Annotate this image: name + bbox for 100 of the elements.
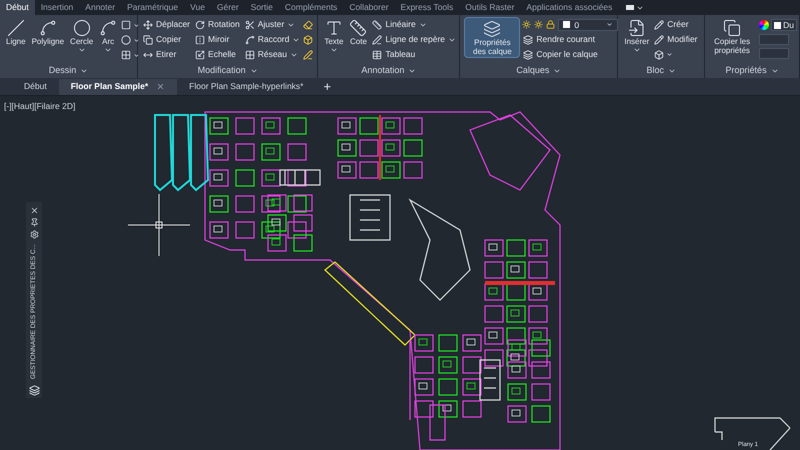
copy-icon: [143, 34, 153, 44]
file-tab[interactable]: Floor Plan Sample-hyperlinks*: [177, 78, 316, 94]
ribbon-tab[interactable]: Insertion: [34, 0, 80, 15]
caret-icon: [606, 21, 614, 28]
caret-icon: [250, 67, 258, 75]
caret-icon: [78, 46, 86, 54]
file-tab[interactable]: Floor Plan Sample*: [58, 78, 178, 94]
tool-button[interactable]: Cote: [347, 17, 370, 47]
caret-icon: [80, 67, 88, 75]
tool-button[interactable]: Etirer: [142, 47, 192, 62]
arc-icon: [99, 19, 118, 37]
panel-title[interactable]: Calques: [460, 64, 618, 78]
rotate-icon: [195, 20, 206, 30]
ribbon-tab[interactable]: Compléments: [278, 0, 344, 15]
layer-swatch: [563, 21, 570, 28]
caret-icon: [632, 46, 641, 54]
workspace-dropdown[interactable]: [626, 4, 644, 12]
tool-button[interactable]: Créer: [653, 17, 698, 32]
ribbon-tab[interactable]: Sortie: [244, 0, 279, 15]
caret-icon: [408, 67, 416, 75]
create-icon: [654, 20, 664, 30]
settings-icon[interactable]: [30, 230, 38, 239]
new-tab-button[interactable]: +: [323, 80, 332, 93]
ellipse-icon: [121, 35, 132, 45]
edit-icon: [654, 34, 664, 44]
panel-title[interactable]: Annotation: [318, 64, 460, 78]
ribbon-tab[interactable]: Paramétrique: [121, 0, 184, 15]
caret-icon: [133, 22, 140, 28]
tool-button[interactable]: [121, 49, 140, 61]
tool-button[interactable]: Copier: [142, 32, 192, 47]
table-icon: [372, 50, 382, 60]
tool-button[interactable]: Rendre courant: [522, 32, 618, 47]
scissors-icon: [244, 20, 255, 30]
tool-button[interactable]: [121, 19, 140, 31]
color-dropdown[interactable]: Du: [771, 19, 797, 31]
sun-icon: [534, 20, 544, 29]
tool-button[interactable]: Arc: [97, 17, 120, 55]
ribbon-tab[interactable]: Vue: [184, 0, 211, 15]
tool-button[interactable]: Ligne: [4, 17, 28, 47]
line-icon: [6, 19, 25, 37]
ribbon-tab[interactable]: Collaborer: [343, 0, 395, 15]
tool-button[interactable]: Texte: [322, 17, 346, 55]
crosshair-cursor-icon: [128, 194, 190, 256]
panel-title[interactable]: Modification: [138, 64, 318, 78]
tool-button[interactable]: Ajuster: [244, 17, 302, 32]
layer-dropdown[interactable]: 0: [558, 18, 618, 30]
panel-title[interactable]: Dessin: [0, 64, 137, 78]
layers-icon: [523, 50, 534, 60]
tool-button[interactable]: Linéaire: [371, 17, 458, 32]
tool-button[interactable]: Copier les propriétés: [707, 17, 758, 56]
caret-icon: [104, 46, 112, 54]
dimension-icon: [349, 19, 368, 37]
hatch-icon: [121, 50, 132, 60]
text-icon: [324, 19, 343, 37]
file-tab[interactable]: Début: [12, 78, 59, 94]
pin-icon[interactable]: [30, 218, 38, 227]
circle-icon: [72, 19, 91, 37]
tool-button[interactable]: Modifier: [653, 32, 698, 47]
ribbon-tab[interactable]: Début: [0, 0, 35, 15]
ribbon-tab[interactable]: Outils Raster: [459, 0, 520, 15]
viewport-label[interactable]: [-][Haut][Filaire 2D]: [4, 100, 76, 113]
tool-button[interactable]: Cercle: [68, 17, 96, 55]
caret-icon: [330, 46, 338, 54]
caret-icon: [770, 67, 779, 75]
eraser-icon: [303, 20, 314, 30]
tool-button[interactable]: Echelle: [194, 47, 241, 62]
tool-button[interactable]: Insérer: [622, 17, 652, 55]
lock-icon: [546, 20, 556, 29]
tool-button[interactable]: Raccord: [244, 32, 302, 47]
workspace-icon: [626, 5, 634, 10]
box-icon: [303, 35, 314, 45]
tool-button[interactable]: Propriétés des calque: [464, 17, 520, 58]
tool-button[interactable]: Réseau: [244, 47, 302, 62]
caret-icon: [668, 67, 676, 75]
tool-button[interactable]: Copier le calque: [522, 47, 618, 62]
ribbon-tab[interactable]: Gérer: [210, 0, 245, 15]
ribbon-tab[interactable]: Annoter: [79, 0, 122, 15]
move-icon: [143, 20, 153, 30]
close-icon[interactable]: [30, 206, 38, 215]
ribbon-tab[interactable]: Express Tools: [394, 0, 460, 15]
panel-title[interactable]: Propriétés: [705, 64, 799, 78]
caret-icon: [553, 67, 562, 75]
palette-icon[interactable]: [28, 385, 40, 396]
panel-title[interactable]: Bloc: [618, 64, 704, 78]
tool-button[interactable]: [121, 34, 140, 46]
tool-button[interactable]: [303, 19, 314, 31]
tool-button[interactable]: Rotation: [194, 17, 241, 32]
caret-icon: [133, 36, 140, 44]
close-icon[interactable]: [156, 82, 166, 91]
fillet-icon: [244, 34, 255, 44]
tool-button[interactable]: Polyligne: [30, 17, 66, 47]
layer-properties-icon: [483, 20, 502, 38]
ribbon-tab[interactable]: Applications associées: [520, 0, 618, 15]
polyline-icon: [38, 19, 57, 37]
tool-button[interactable]: Ligne de repère: [371, 32, 458, 47]
tool-button[interactable]: Miroir: [194, 32, 241, 47]
tool-button[interactable]: Tableau: [371, 47, 458, 62]
color-wheel-icon: [759, 20, 770, 30]
tool-button[interactable]: Déplacer: [142, 17, 192, 32]
tool-button[interactable]: [303, 34, 314, 46]
